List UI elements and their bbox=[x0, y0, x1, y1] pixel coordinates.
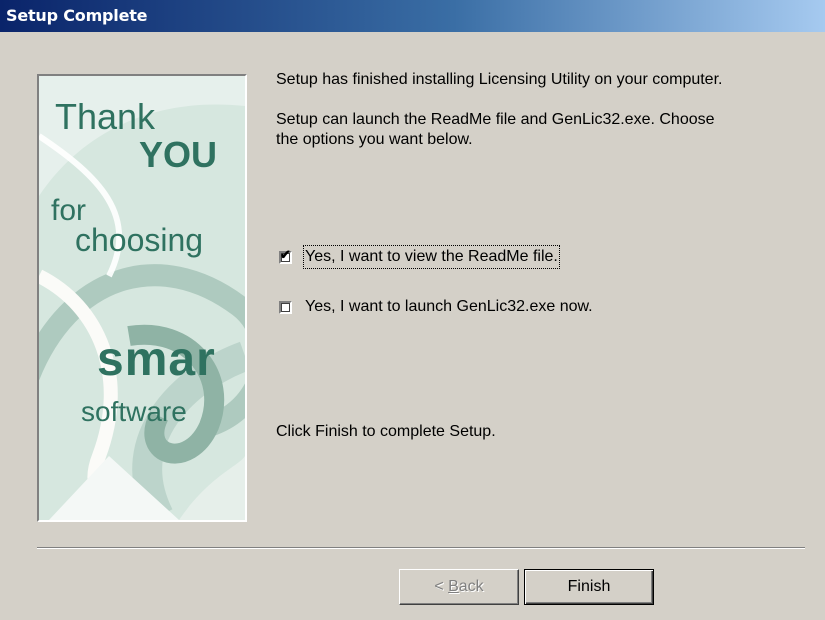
banner-text-software: software bbox=[81, 396, 187, 427]
setup-dialog: Setup Complete Thank YOU for choosing sm… bbox=[0, 0, 825, 620]
banner-text-smar: smar bbox=[97, 333, 216, 386]
launch-options-message-line1: Setup can launch the ReadMe file and Gen… bbox=[276, 111, 715, 128]
back-button-mnemonic: B bbox=[448, 578, 459, 595]
button-separator bbox=[37, 547, 805, 549]
finish-instruction: Click Finish to complete Setup. bbox=[276, 423, 496, 440]
finish-button[interactable]: Finish bbox=[524, 569, 654, 605]
title-bar: Setup Complete bbox=[0, 0, 825, 32]
checkmark-icon: ✔ bbox=[280, 247, 291, 262]
back-button-rest: ack bbox=[458, 578, 484, 595]
readme-checkbox[interactable]: ✔ bbox=[279, 247, 292, 264]
launch-options-message-line2: the options you want below. bbox=[276, 131, 473, 148]
back-button-prefix: < bbox=[434, 578, 449, 595]
window-title: Setup Complete bbox=[6, 6, 148, 25]
readme-checkbox-label[interactable]: Yes, I want to view the ReadMe file. bbox=[303, 245, 560, 269]
launch-genlic-checkbox-label[interactable]: Yes, I want to launch GenLic32.exe now. bbox=[305, 297, 593, 317]
back-button[interactable]: < Back bbox=[399, 569, 519, 605]
install-finished-message: Setup has finished installing Licensing … bbox=[276, 71, 723, 88]
banner-text-thank: Thank bbox=[55, 96, 156, 137]
banner-text-you: YOU bbox=[139, 134, 218, 175]
thank-you-banner: Thank YOU for choosing smar software bbox=[37, 74, 247, 522]
launch-genlic-checkbox[interactable] bbox=[279, 301, 292, 314]
banner-text-choosing: choosing bbox=[75, 222, 204, 258]
